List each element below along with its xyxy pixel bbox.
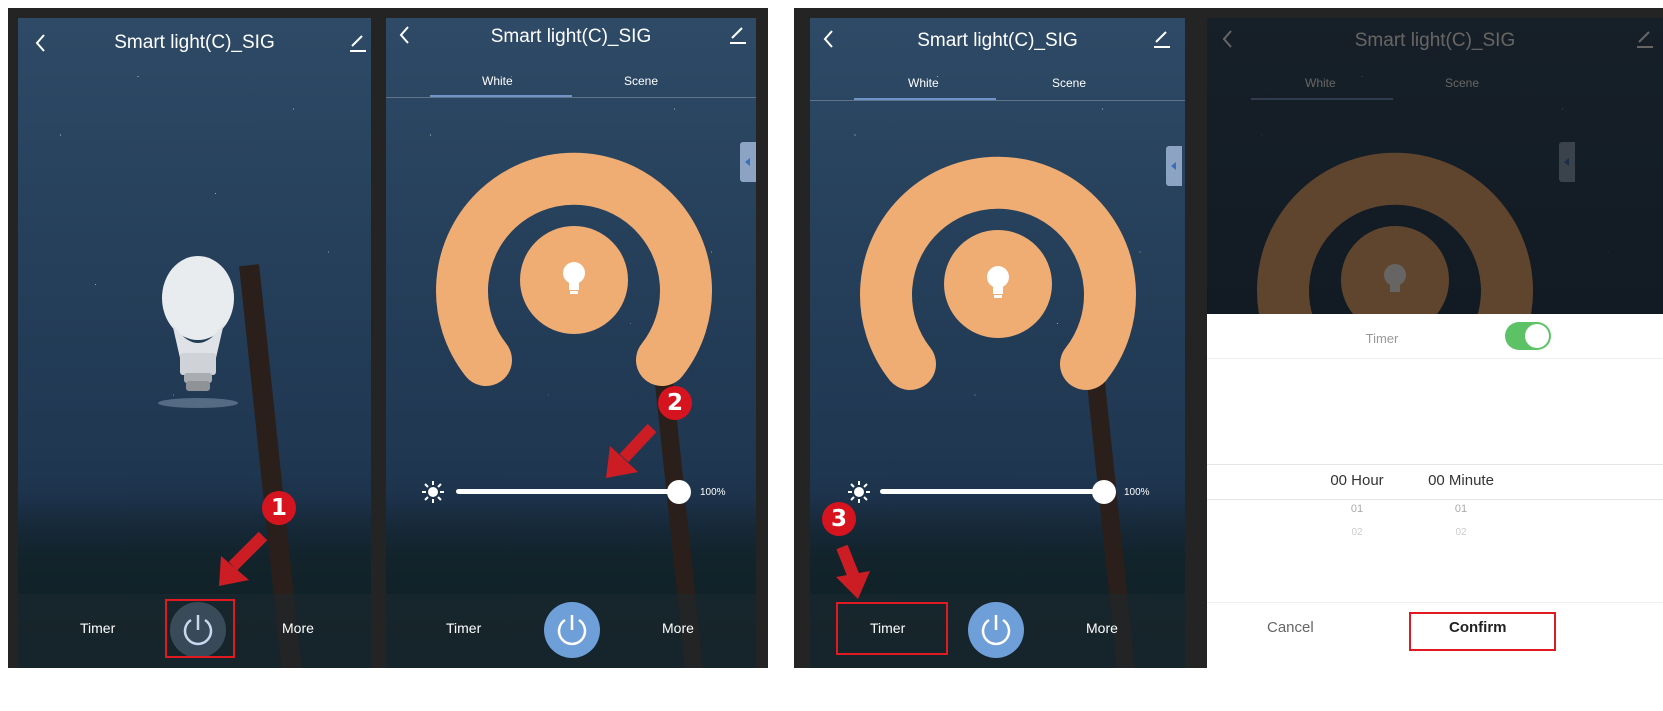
more-button[interactable]: More (662, 620, 694, 636)
power-icon (981, 615, 1011, 646)
bulb-icon (563, 262, 585, 294)
highlight-confirm-button (1409, 612, 1556, 651)
screen-1-device-home: Smart light(C)_SIG Timer More (18, 18, 371, 668)
step-marker-2: 2 (658, 386, 692, 420)
tab-scene[interactable]: Scene (1052, 76, 1086, 90)
arrow-icon (836, 544, 870, 599)
highlight-power-button (165, 599, 235, 658)
side-panel-handle[interactable] (740, 142, 756, 182)
screen-2-brightness: Smart light(C)_SIG White Scene 100% Time… (386, 18, 756, 668)
sun-icon (422, 481, 444, 503)
power-icon (557, 615, 587, 646)
brightness-value: 100% (1124, 487, 1150, 498)
minute-selected: 00 Minute (1428, 472, 1494, 489)
timer-button[interactable]: Timer (80, 620, 115, 636)
timer-toggle[interactable] (1505, 322, 1551, 350)
step-marker-1: 1 (262, 491, 296, 525)
minute-picker[interactable]: 00 Minute 01 02 (1413, 472, 1509, 538)
power-button[interactable] (968, 602, 1024, 658)
sheet-footer-divider (1207, 602, 1663, 603)
sheet-header-divider (1207, 358, 1663, 359)
edit-icon[interactable] (348, 32, 368, 54)
highlight-timer-button (836, 602, 948, 655)
screen-4-timer-picker: Smart light(C)_SIG White Scene Timer 00 … (1207, 18, 1663, 668)
tab-scene[interactable]: Scene (624, 74, 658, 88)
sun-icon (848, 481, 870, 503)
timer-toggle-knob (1525, 324, 1549, 348)
hour-picker[interactable]: 00 Hour 01 02 (1315, 472, 1399, 538)
page-title: Smart light(C)_SIG (917, 30, 1078, 51)
hour-option[interactable]: 01 (1315, 503, 1399, 515)
power-button[interactable] (544, 602, 600, 658)
tab-divider (810, 100, 1185, 101)
edit-icon[interactable] (728, 24, 748, 46)
arrow-icon (219, 531, 268, 586)
page-title: Smart light(C)_SIG (114, 32, 275, 53)
more-button[interactable]: More (282, 620, 314, 636)
brightness-slider[interactable] (456, 489, 680, 494)
bulb-icon (987, 266, 1009, 298)
side-panel-handle[interactable] (1166, 146, 1182, 186)
timer-button[interactable]: Timer (446, 620, 481, 636)
step-marker-3: 3 (822, 502, 856, 536)
brightness-slider-thumb[interactable] (1092, 480, 1116, 504)
more-button[interactable]: More (1086, 620, 1118, 636)
minute-option[interactable]: 02 (1413, 527, 1509, 538)
page-title: Smart light(C)_SIG (490, 26, 652, 47)
bulb-icon (158, 256, 238, 408)
tab-divider (386, 97, 756, 98)
brightness-slider[interactable] (880, 489, 1106, 494)
brightness-value: 100% (700, 487, 726, 498)
bottom-bar: Timer More (386, 594, 756, 668)
tab-white[interactable]: White (908, 76, 939, 90)
arrow-icon (606, 423, 657, 478)
edit-icon[interactable] (1152, 28, 1172, 50)
tab-white[interactable]: White (482, 74, 513, 88)
brightness-slider-thumb[interactable] (667, 480, 691, 504)
hour-selected: 00 Hour (1330, 472, 1384, 489)
minute-option[interactable]: 01 (1413, 503, 1509, 515)
hour-option[interactable]: 02 (1315, 527, 1399, 538)
cancel-button[interactable]: Cancel (1267, 619, 1314, 636)
